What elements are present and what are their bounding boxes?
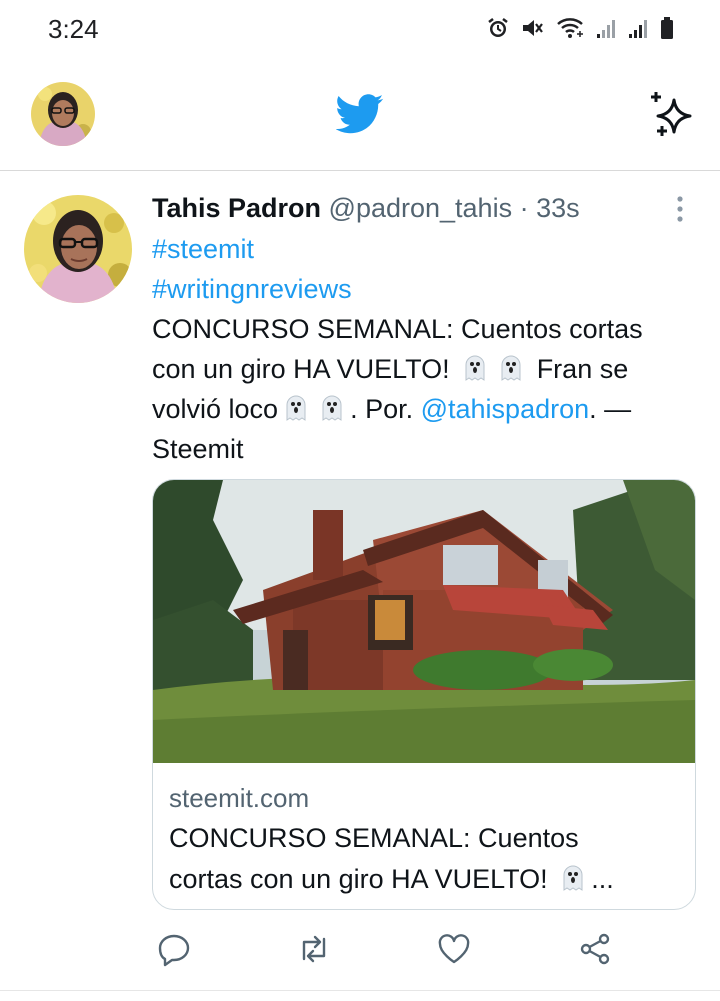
mention-link[interactable]: @tahispadron: [421, 394, 590, 424]
tweet-text-segment: con un giro HA VUELTO!: [152, 354, 450, 384]
tweet-text: #steemit #writingnreviews CONCURSO SEMAN…: [152, 229, 697, 469]
tweet-header: Tahis Padron @padron_tahis · 33s: [152, 189, 697, 227]
more-options-icon[interactable]: [668, 193, 692, 225]
tweet[interactable]: Tahis Padron @padron_tahis · 33s #steemi…: [0, 171, 720, 1001]
status-time: 3:24: [48, 14, 99, 44]
battery-icon: [661, 17, 673, 39]
ghost-emoji-icon: [465, 355, 485, 381]
reply-icon[interactable]: [156, 931, 192, 967]
card-title: CONCURSO SEMANAL: Cuentos cortas con un …: [169, 818, 679, 900]
wifi-icon: [557, 18, 583, 38]
status-icons: [486, 16, 674, 40]
profile-avatar-button[interactable]: [31, 82, 95, 146]
tweet-text-segment: . Por.: [350, 394, 414, 424]
card-domain: steemit.com: [169, 783, 310, 813]
hashtag-link[interactable]: #writingnreviews: [152, 274, 352, 304]
ghost-emoji-icon: [501, 355, 521, 381]
signal-icon: [629, 20, 647, 38]
link-preview-card[interactable]: steemit.com CONCURSO SEMANAL: Cuentos co…: [152, 479, 696, 910]
meta-separator: ·: [512, 193, 537, 223]
ghost-emoji-icon: [322, 395, 342, 421]
status-bar: 3:24: [0, 0, 720, 60]
author-avatar[interactable]: [24, 195, 132, 303]
app-header: [0, 60, 720, 171]
tweet-text-segment: Fran se: [536, 354, 629, 384]
card-image: [153, 480, 695, 763]
twitter-bird-icon[interactable]: [336, 93, 384, 135]
card-title-line: CONCURSO SEMANAL: Cuentos: [169, 823, 579, 853]
tweet-text-segment: volvió loco: [152, 394, 279, 424]
hashtag-link[interactable]: #steemit: [152, 234, 254, 264]
divider: [0, 990, 720, 991]
mute-icon: [523, 20, 543, 36]
tweet-timestamp[interactable]: 33s: [536, 193, 580, 223]
ghost-emoji-icon: [286, 395, 306, 421]
tweet-body: Tahis Padron @padron_tahis · 33s #steemi…: [152, 189, 697, 469]
like-icon[interactable]: [436, 931, 472, 967]
card-title-ellipsis: ...: [591, 864, 614, 894]
ghost-emoji-icon: [563, 865, 583, 891]
signal-icon: [597, 20, 615, 38]
author-name[interactable]: Tahis Padron: [152, 193, 321, 223]
author-handle[interactable]: @padron_tahis: [329, 193, 513, 223]
alarm-icon: [488, 18, 508, 37]
card-title-line: cortas con un giro HA VUELTO!: [169, 864, 548, 894]
tweet-text-segment: . —: [589, 394, 632, 424]
share-icon[interactable]: [577, 931, 613, 967]
tweet-text-line: Steemit: [152, 434, 244, 464]
tweet-actions: [0, 931, 720, 971]
sparkle-icon[interactable]: [646, 90, 696, 140]
tweet-text-line: CONCURSO SEMANAL: Cuentos cortas: [152, 314, 643, 344]
retweet-icon[interactable]: [296, 931, 332, 967]
